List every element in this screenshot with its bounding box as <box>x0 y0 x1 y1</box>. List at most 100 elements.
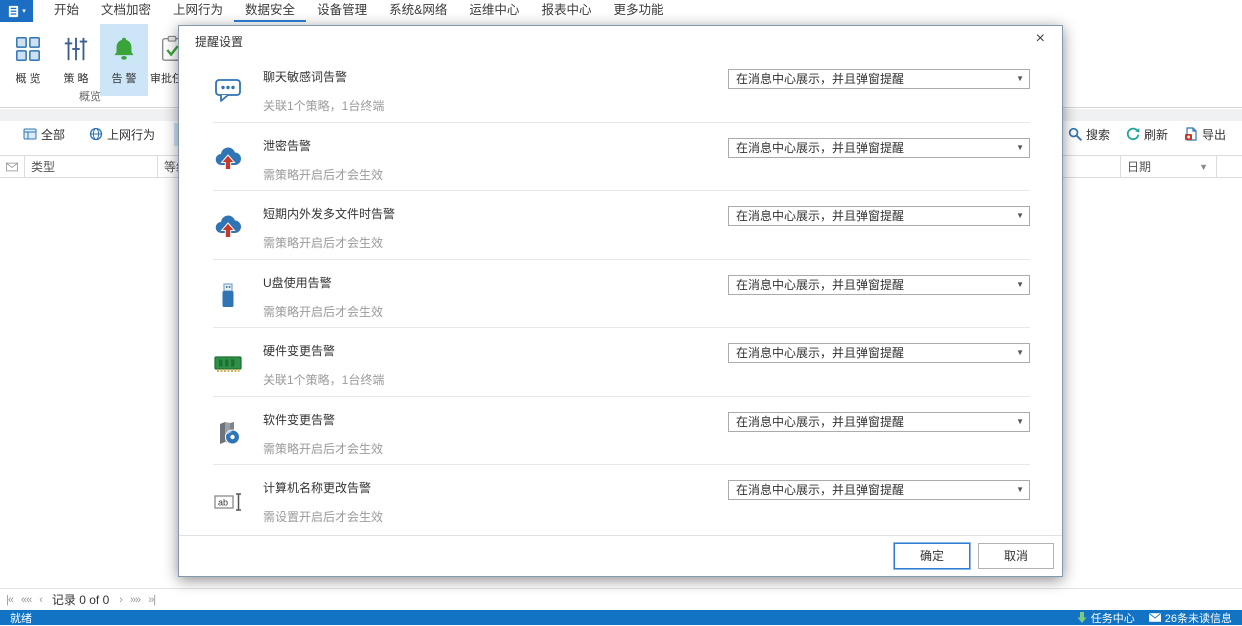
alert-display-mode-select[interactable]: 在消息中心展示，并且弹窗提醒 ▼ <box>728 206 1030 226</box>
alert-subtitle: 需策略开启后才会生效 <box>263 234 1030 251</box>
alert-display-mode-select[interactable]: 在消息中心展示，并且弹窗提醒 ▼ <box>728 480 1030 500</box>
globe-icon <box>89 127 103 141</box>
menu-item-report-center[interactable]: 报表中心 <box>530 0 602 22</box>
refresh-button[interactable]: 刷新 <box>1121 123 1173 146</box>
ribbon-item-overview[interactable]: 概 览 <box>4 24 52 96</box>
prev-page-icon[interactable]: ‹ <box>39 594 42 606</box>
reminder-settings-dialog: 提醒设置 × 聊天敏感词告警 关联1个策略，1台终端 在消息中心展示，并且弹窗提… <box>178 25 1063 577</box>
app-logo-icon <box>7 5 20 18</box>
alert-row-leak: 泄密告警 需策略开启后才会生效 在消息中心展示，并且弹窗提醒 ▼ <box>213 123 1030 192</box>
alert-row-hardware-change: 硬件变更告警 关联1个策略，1台终端 在消息中心展示，并且弹窗提醒 ▼ <box>213 328 1030 397</box>
dropdown-value: 在消息中心展示，并且弹窗提醒 <box>736 415 904 429</box>
window-icon <box>23 127 37 141</box>
chevron-down-icon: ▼ <box>1016 70 1024 88</box>
column-header-type[interactable]: 类型 <box>25 156 158 177</box>
alert-row-chat-sensitive-word: 聊天敏感词告警 关联1个策略，1台终端 在消息中心展示，并且弹窗提醒 ▼ <box>213 54 1030 123</box>
alert-subtitle: 需设置开启后才会生效 <box>263 508 1030 525</box>
alert-subtitle: 需策略开启后才会生效 <box>263 440 1030 457</box>
menu-item-system-network[interactable]: 系统&网络 <box>378 0 458 22</box>
status-bar: 就绪 任务中心 26条未读信息 <box>0 610 1242 625</box>
alert-settings-list: 聊天敏感词告警 关联1个策略，1台终端 在消息中心展示，并且弹窗提醒 ▼ 泄密告… <box>179 54 1062 535</box>
search-icon <box>1068 127 1082 141</box>
dialog-title-bar: 提醒设置 × <box>179 26 1062 54</box>
cancel-button[interactable]: 取消 <box>978 543 1054 569</box>
chat-bubble-icon <box>213 75 243 105</box>
status-ready-label: 就绪 <box>10 610 32 626</box>
chevron-down-icon: ▼ <box>1016 413 1024 431</box>
menu-item-doc-encrypt[interactable]: 文档加密 <box>90 0 162 22</box>
ok-button[interactable]: 确定 <box>894 543 970 569</box>
pagination-bar: |« «« ‹ 记录 0 of 0 › »» »| <box>0 588 1242 610</box>
menu-item-more[interactable]: 更多功能 <box>602 0 674 22</box>
dialog-title: 提醒设置 <box>195 33 243 50</box>
app-menu-button[interactable]: ▾ <box>0 0 33 22</box>
unread-messages-button[interactable]: 26条未读信息 <box>1149 610 1232 626</box>
alert-display-mode-select[interactable]: 在消息中心展示，并且弹窗提醒 ▼ <box>728 69 1030 89</box>
first-page-icon[interactable]: |« <box>6 594 13 606</box>
next-page-icon[interactable]: › <box>119 594 122 606</box>
ribbon-group-label: 概览 <box>68 88 112 104</box>
menu-item-data-security[interactable]: 数据安全 <box>234 0 306 22</box>
menu-items: 开始 文档加密 上网行为 数据安全 设备管理 系统&网络 运维中心 报表中心 更… <box>43 0 674 22</box>
alert-row-computer-rename: ab 计算机名称更改告警 需设置开启后才会生效 在消息中心展示，并且弹窗提醒 ▼ <box>213 465 1030 534</box>
chevron-down-icon: ▼ <box>1016 207 1024 225</box>
dialog-footer: 确定 取消 <box>179 535 1062 576</box>
menu-bar: ▾ 开始 文档加密 上网行为 数据安全 设备管理 系统&网络 运维中心 报表中心… <box>0 0 1242 22</box>
chevron-down-icon: ▼ <box>1016 276 1024 294</box>
last-page-icon[interactable]: »| <box>148 594 155 606</box>
task-center-button[interactable]: 任务中心 <box>1077 610 1135 626</box>
alert-row-multi-file-outgoing: 短期内外发多文件时告警 需策略开启后才会生效 在消息中心展示，并且弹窗提醒 ▼ <box>213 191 1030 260</box>
alert-display-mode-select[interactable]: 在消息中心展示，并且弹窗提醒 ▼ <box>728 343 1030 363</box>
alert-display-mode-select[interactable]: 在消息中心展示，并且弹窗提醒 ▼ <box>728 275 1030 295</box>
menu-item-device-mgmt[interactable]: 设备管理 <box>306 0 378 22</box>
close-icon[interactable]: × <box>1032 29 1049 49</box>
filter-all-button[interactable]: 全部 <box>18 123 70 146</box>
ribbon-item-alerts[interactable]: 告 警 <box>100 24 148 96</box>
ribbon-item-policy[interactable]: 策 略 <box>52 24 100 96</box>
dropdown-value: 在消息中心展示，并且弹窗提醒 <box>736 209 904 223</box>
menu-item-ops-center[interactable]: 运维中心 <box>458 0 530 22</box>
ribbon-label: 概 览 <box>15 70 40 86</box>
envelope-icon <box>1149 613 1161 622</box>
ram-module-icon <box>213 349 243 379</box>
alert-display-mode-select[interactable]: 在消息中心展示，并且弹窗提醒 ▼ <box>728 412 1030 432</box>
unread-messages-label: 26条未读信息 <box>1165 610 1232 626</box>
export-label: 导出 <box>1202 126 1226 143</box>
column-header-mail[interactable] <box>0 156 25 177</box>
menu-item-web-behavior[interactable]: 上网行为 <box>162 0 234 22</box>
fast-next-icon[interactable]: »» <box>130 594 140 606</box>
filter-web-behavior-button[interactable]: 上网行为 <box>84 123 160 146</box>
filter-caret-icon[interactable]: ▼ <box>1199 162 1208 172</box>
task-center-label: 任务中心 <box>1091 610 1135 626</box>
svg-text:ab: ab <box>218 498 228 508</box>
chevron-down-icon: ▾ <box>22 7 26 15</box>
dropdown-value: 在消息中心展示，并且弹窗提醒 <box>736 278 904 292</box>
alert-subtitle: 关联1个策略，1台终端 <box>263 97 1030 114</box>
ribbon-label: 策 略 <box>63 70 88 86</box>
chevron-down-icon: ▼ <box>1016 344 1024 362</box>
search-button[interactable]: 搜索 <box>1063 123 1115 146</box>
alert-row-usb-usage: U盘使用告警 需策略开启后才会生效 在消息中心展示，并且弹窗提醒 ▼ <box>213 260 1030 329</box>
menu-item-start[interactable]: 开始 <box>43 0 90 22</box>
cloud-upload-icon <box>213 144 243 174</box>
alert-row-software-change: 软件变更告警 需策略开启后才会生效 在消息中心展示，并且弹窗提醒 ▼ <box>213 397 1030 466</box>
column-header-date[interactable]: 日期 ▼ <box>1121 156 1217 177</box>
export-icon <box>1184 127 1198 141</box>
record-count-label: 记录 0 of 0 <box>52 591 109 608</box>
alert-subtitle: 关联1个策略，1台终端 <box>263 371 1030 388</box>
sliders-icon <box>62 32 90 66</box>
dropdown-value: 在消息中心展示，并且弹窗提醒 <box>736 72 904 86</box>
filter-all-label: 全部 <box>41 126 65 143</box>
download-arrow-icon <box>1077 612 1087 623</box>
usb-drive-icon <box>213 281 243 311</box>
alert-display-mode-select[interactable]: 在消息中心展示，并且弹窗提醒 ▼ <box>728 138 1030 158</box>
bell-icon <box>110 32 138 66</box>
export-button[interactable]: 导出 <box>1179 123 1231 146</box>
cloud-upload-icon <box>213 212 243 242</box>
fast-prev-icon[interactable]: «« <box>21 594 31 606</box>
refresh-icon <box>1126 127 1140 141</box>
envelope-icon <box>6 162 18 172</box>
dropdown-value: 在消息中心展示，并且弹窗提醒 <box>736 483 904 497</box>
ribbon-label: 告 警 <box>111 70 136 86</box>
grid-icon <box>14 32 42 66</box>
